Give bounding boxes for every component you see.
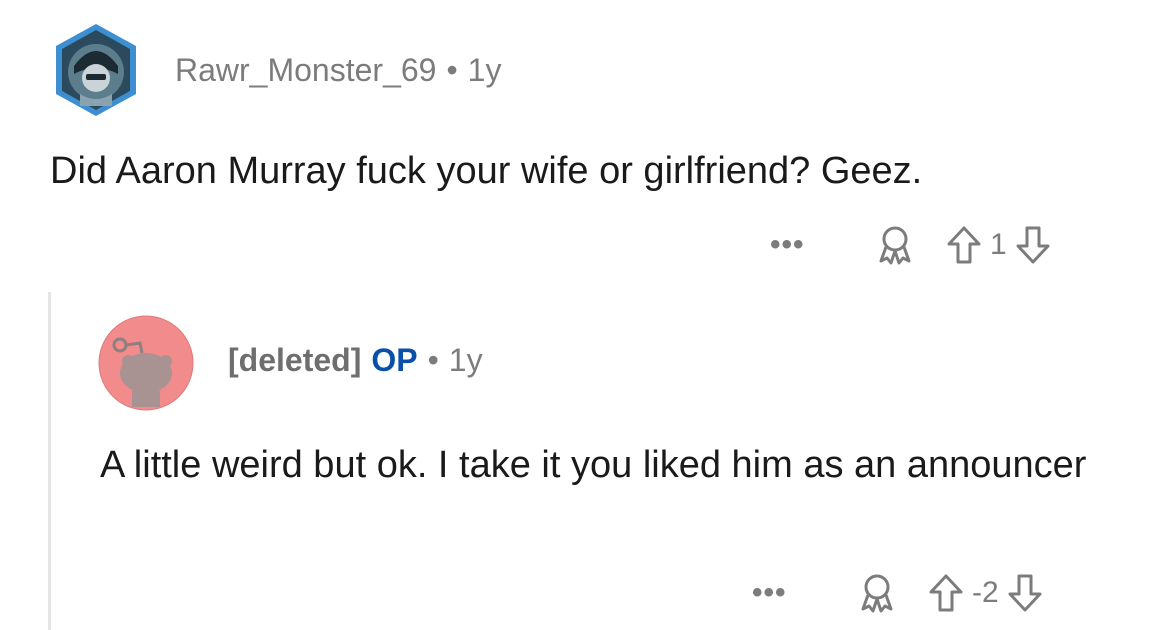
separator-dot: •	[446, 52, 458, 88]
downvote-arrow-icon[interactable]	[1005, 571, 1045, 615]
username: [deleted]	[228, 342, 362, 378]
comment-actions: ••• 1	[770, 220, 1053, 270]
separator-dot: •	[427, 342, 439, 378]
downvote-arrow-icon[interactable]	[1013, 223, 1053, 267]
thread-line[interactable]	[48, 292, 51, 630]
comment-body: A little weird but ok. I take it you lik…	[100, 444, 1087, 486]
op-badge: OP	[371, 342, 418, 378]
comment-age: 1y	[467, 52, 502, 88]
more-options-button[interactable]: •••	[770, 230, 830, 260]
comment-age: 1y	[448, 342, 483, 378]
user-avatar[interactable]	[98, 315, 194, 411]
upvote-arrow-icon[interactable]	[926, 571, 966, 615]
comment-meta: Rawr_Monster_69 • 1y	[175, 52, 501, 89]
vote-score: 1	[990, 228, 1007, 261]
comment-actions: ••• -2	[752, 568, 1045, 618]
comment-meta: [deleted] OP • 1y	[228, 342, 483, 379]
award-icon[interactable]	[852, 568, 902, 618]
username[interactable]: Rawr_Monster_69	[175, 52, 436, 88]
user-avatar[interactable]	[52, 22, 140, 118]
upvote-arrow-icon[interactable]	[944, 223, 984, 267]
more-options-button[interactable]: •••	[752, 578, 812, 608]
award-icon[interactable]	[870, 220, 920, 270]
comment-body: Did Aaron Murray fuck your wife or girlf…	[50, 150, 923, 192]
vote-score: -2	[972, 576, 999, 609]
